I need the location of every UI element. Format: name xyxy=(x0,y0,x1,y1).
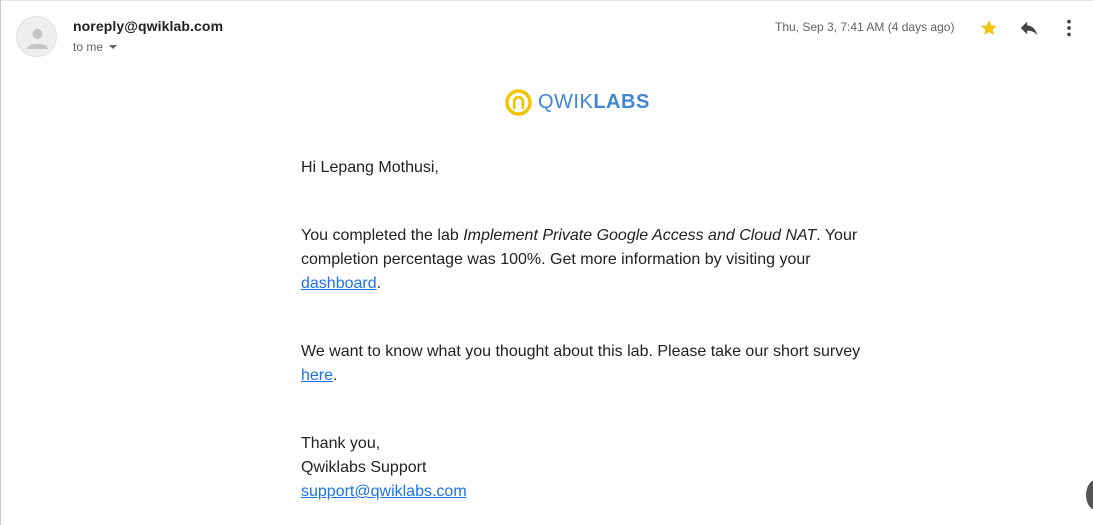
logo-wordmark: QWIKLABS xyxy=(538,90,650,113)
sender-address[interactable]: noreply@qwiklab.com xyxy=(73,18,223,34)
reply-icon[interactable] xyxy=(1018,17,1040,39)
recipient-label: to me xyxy=(73,40,104,54)
support-email-link[interactable]: support@qwiklabs.com xyxy=(301,483,467,500)
lab-completion-paragraph: You completed the lab Implement Private … xyxy=(301,227,858,292)
star-icon[interactable] xyxy=(978,17,1000,39)
signoff-team: Qwiklabs Support xyxy=(301,459,427,476)
greeting: Hi Lepang Mothusi, xyxy=(301,159,439,176)
sender-avatar[interactable] xyxy=(16,16,57,57)
floating-action-edge[interactable] xyxy=(1086,480,1093,510)
left-border xyxy=(0,0,1,525)
signoff: Thank you, Qwiklabs Support support@qwik… xyxy=(301,432,861,504)
qwiklabs-logo-mark xyxy=(505,88,532,116)
email-timestamp: Thu, Sep 3, 7:41 AM (4 days ago) xyxy=(775,20,955,34)
recipient-dropdown[interactable]: to me xyxy=(73,40,118,54)
caret-down-icon xyxy=(109,45,118,49)
survey-link[interactable]: here xyxy=(301,367,333,384)
qwiklabs-logo: QWIKLABS xyxy=(505,87,650,117)
signoff-thanks: Thank you, xyxy=(301,435,381,452)
survey-paragraph: We want to know what you thought about t… xyxy=(301,343,861,384)
dashboard-link[interactable]: dashboard xyxy=(301,275,377,292)
person-icon xyxy=(27,29,48,49)
more-vertical-icon[interactable] xyxy=(1058,17,1080,39)
top-border xyxy=(0,0,1093,1)
lab-name: Implement Private Google Access and Clou… xyxy=(463,227,817,244)
